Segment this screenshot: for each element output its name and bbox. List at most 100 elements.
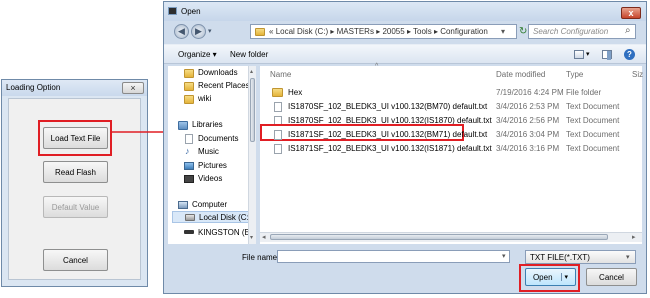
computer-icon: [178, 201, 188, 209]
nav-scrollbar[interactable]: ▴ ▾: [248, 66, 256, 244]
breadcrumb-separator[interactable]: ▸: [330, 27, 334, 36]
documents-icon: [185, 134, 193, 144]
open-dropdown-icon[interactable]: ▾: [560, 273, 568, 281]
text-file-icon: [274, 130, 282, 140]
scroll-thumb[interactable]: [270, 234, 608, 240]
nav-item-label: Computer: [192, 200, 228, 209]
scroll-up-icon[interactable]: ▴: [250, 68, 253, 75]
address-dropdown-icon[interactable]: ▾: [501, 27, 505, 36]
breadcrumb-20055[interactable]: 20055: [382, 27, 404, 36]
address-bar[interactable]: « Local Disk (C:) ▸ MASTERs ▸ 20055 ▸ To…: [250, 24, 517, 39]
nav-item-label: Pictures: [198, 161, 227, 170]
preview-pane-icon[interactable]: [602, 50, 612, 60]
nav-item-label: Recent Places: [198, 81, 250, 90]
column-header-date[interactable]: Date modified: [496, 70, 545, 79]
usb-drive-icon: [184, 230, 194, 234]
file-row[interactable]: Hex 7/19/2016 4:24 PM File folder: [260, 87, 642, 99]
file-list: Name ^ Date modified Type Siz Hex 7/19/2…: [260, 63, 643, 244]
new-folder-button[interactable]: New folder: [230, 50, 268, 59]
cancel-button[interactable]: Cancel: [586, 268, 637, 286]
videos-icon: [184, 175, 194, 183]
loading-option-dialog: Loading Option × Load Text File Read Fla…: [1, 79, 148, 287]
file-date: 3/4/2016 3:16 PM: [496, 144, 560, 153]
breadcrumb-separator[interactable]: ▸: [376, 27, 380, 36]
file-name-input[interactable]: ▾: [277, 250, 510, 263]
nav-item-label: Music: [198, 147, 219, 156]
view-dropdown-icon[interactable]: ▾: [586, 50, 590, 58]
pictures-icon: [184, 162, 194, 170]
refresh-icon[interactable]: ↻: [519, 25, 527, 38]
column-header-name[interactable]: Name: [270, 70, 291, 79]
history-chevron-icon[interactable]: ▾: [208, 28, 216, 35]
organize-menu[interactable]: Organize ▾: [178, 50, 217, 59]
cancel-button[interactable]: Cancel: [43, 249, 108, 271]
file-name: IS1870SF_102_BLEDK3_UI v100.132(BM70) de…: [288, 102, 488, 111]
open-dialog-title: Open: [181, 7, 201, 16]
open-dialog-titlebar: Open x: [164, 2, 646, 21]
breadcrumb-configuration[interactable]: Configuration: [440, 27, 488, 36]
default-value-button: Default Value: [43, 196, 108, 218]
scroll-right-icon[interactable]: ▸: [632, 233, 636, 241]
file-date: 3/4/2016 3:04 PM: [496, 130, 560, 139]
nav-item-label: wiki: [198, 94, 212, 103]
column-header-size[interactable]: Siz: [632, 70, 643, 79]
file-name: IS1871SF_102_BLEDK3_UI v100.132(BM71) de…: [288, 130, 488, 139]
help-icon[interactable]: ?: [624, 49, 635, 60]
breadcrumb-separator[interactable]: ▸: [434, 27, 438, 36]
read-flash-button[interactable]: Read Flash: [43, 161, 108, 183]
file-date: 3/4/2016 2:53 PM: [496, 102, 560, 111]
file-row[interactable]: IS1871SF_102_BLEDK3_UI v100.132(IS1871) …: [260, 143, 642, 155]
sort-indicator-icon: ^: [375, 63, 379, 70]
nav-item-label: Videos: [198, 174, 223, 183]
breadcrumb-tools[interactable]: Tools: [413, 27, 432, 36]
file-row[interactable]: IS1870SF_102_BLEDK3_UI v100.132(BM70) de…: [260, 101, 642, 113]
music-icon: ♪: [185, 146, 190, 156]
file-list-scrollbar[interactable]: ◂ ▸: [260, 232, 642, 242]
file-name-label: File name:: [242, 253, 280, 262]
file-name-dropdown-icon[interactable]: ▾: [502, 252, 506, 260]
scroll-down-icon[interactable]: ▾: [250, 234, 253, 241]
back-arrow-icon[interactable]: ◀: [174, 24, 189, 39]
file-type-dropdown-icon[interactable]: ▾: [626, 253, 630, 261]
open-button-label: Open: [532, 272, 553, 282]
downloads-folder-icon: [184, 69, 194, 78]
breadcrumb-separator[interactable]: ▸: [407, 27, 411, 36]
folder-icon: [272, 88, 283, 97]
breadcrumb-local-disk[interactable]: Local Disk (C:): [276, 27, 328, 36]
file-type: File folder: [566, 88, 602, 97]
view-options-icon[interactable]: [574, 50, 584, 59]
open-button[interactable]: Open ▾: [525, 268, 576, 286]
scroll-thumb[interactable]: [250, 78, 255, 142]
loading-option-titlebar: Loading Option ×: [2, 80, 147, 96]
file-type-value: TXT FILE(*.TXT): [530, 253, 590, 262]
search-icon[interactable]: ⌕: [625, 25, 631, 36]
file-row-selected[interactable]: IS1871SF_102_BLEDK3_UI v100.132(BM71) de…: [260, 129, 642, 141]
text-file-icon: [274, 144, 282, 154]
column-header-type[interactable]: Type: [566, 70, 583, 79]
file-name: IS1871SF_102_BLEDK3_UI v100.132(IS1871) …: [288, 144, 492, 153]
nav-item-local-disk-selected[interactable]: Local Disk (C:): [172, 211, 252, 223]
file-type: Text Document: [566, 116, 620, 125]
forward-arrow-icon[interactable]: ▶: [191, 24, 206, 39]
app-icon: [168, 7, 177, 15]
file-type-select[interactable]: TXT FILE(*.TXT) ▾: [525, 250, 636, 264]
nav-item-label: Libraries: [192, 120, 223, 129]
close-icon[interactable]: ×: [122, 82, 144, 94]
breadcrumb: « Local Disk (C:) ▸ MASTERs ▸ 20055 ▸ To…: [269, 27, 488, 36]
nav-item-label: KINGSTON (E:): [198, 228, 255, 237]
text-file-icon: [274, 102, 282, 112]
navigation-pane: Downloads Recent Places wiki Libraries D…: [168, 66, 255, 244]
recent-places-icon: [184, 82, 194, 91]
folder-icon: [255, 28, 265, 36]
folder-icon: [184, 95, 194, 104]
load-text-file-button[interactable]: Load Text File: [43, 127, 108, 149]
file-type: Text Document: [566, 130, 620, 139]
toolbar: Organize ▾ New folder ▾ ?: [164, 44, 646, 64]
breadcrumb-masters[interactable]: MASTERs: [337, 27, 374, 36]
file-date: 7/19/2016 4:24 PM: [496, 88, 564, 97]
loading-option-title: Loading Option: [6, 83, 61, 92]
search-input[interactable]: Search Configuration ⌕: [528, 24, 636, 39]
close-icon[interactable]: x: [621, 7, 641, 19]
scroll-left-icon[interactable]: ◂: [262, 233, 266, 241]
file-date: 3/4/2016 2:56 PM: [496, 116, 560, 125]
